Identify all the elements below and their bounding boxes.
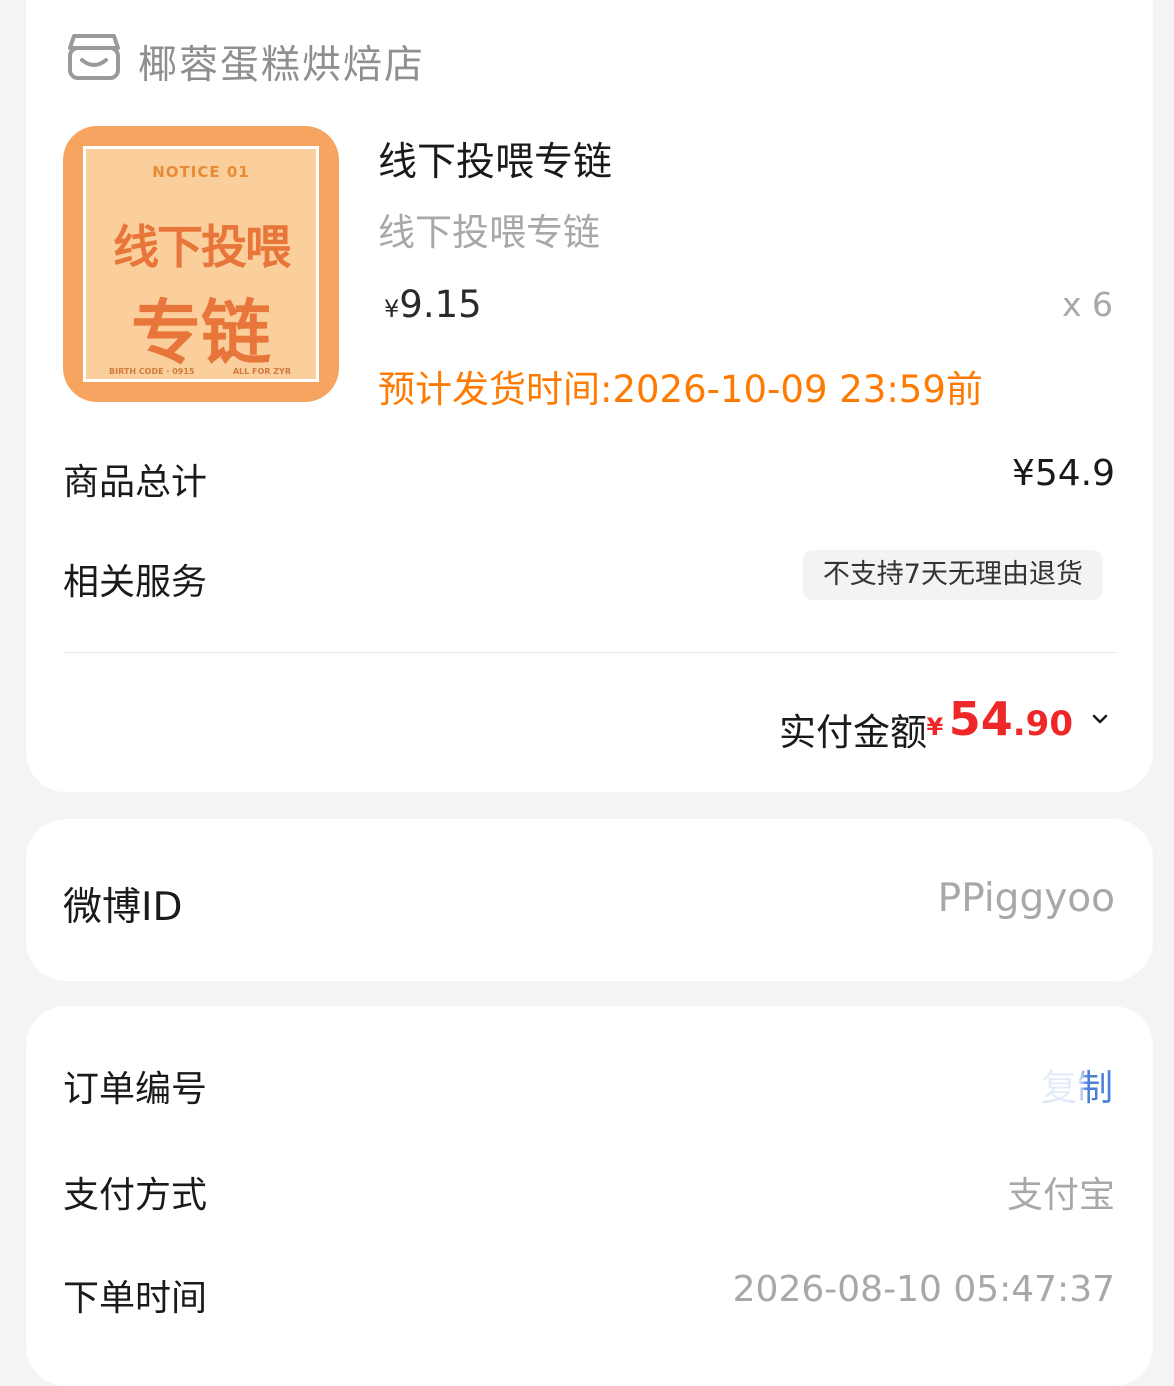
- product-image-frame: NOTICE 01 线下投喂 专链: [83, 146, 319, 382]
- price-currency: ¥: [384, 295, 400, 323]
- service-tag: 不支持7天无理由退货: [802, 550, 1103, 600]
- paid-integer: 54: [948, 692, 1013, 746]
- ship-estimate: 预计发货时间:2026-10-09 23:59前: [378, 368, 983, 411]
- paid-amount-label: 实付金额: [779, 711, 927, 754]
- order-time-value: 2026-08-10 05:47:37: [732, 1269, 1115, 1310]
- paid-decimal: .90: [1012, 704, 1073, 744]
- product-image[interactable]: NOTICE 01 线下投喂 专链 BIRTH CODE · 0915 ALL …: [63, 126, 339, 402]
- product-image-line1: 线下投喂: [113, 220, 291, 274]
- divider: [63, 652, 1116, 653]
- product-image-footer-right: ALL FOR ZYR: [232, 367, 291, 376]
- product-image-line2: 专链: [131, 292, 271, 374]
- goods-total-value: ¥54.9: [1011, 453, 1115, 494]
- order-number-label: 订单编号: [63, 1069, 208, 1110]
- product-spec: 线下投喂专链: [378, 211, 600, 254]
- paid-amount-value[interactable]: ¥ 54.90: [926, 692, 1073, 746]
- product-title[interactable]: 线下投喂专链: [378, 131, 612, 187]
- product-image-notice: NOTICE 01: [152, 163, 250, 181]
- chevron-down-icon[interactable]: [1091, 710, 1109, 728]
- price-value: 9.15: [399, 283, 482, 326]
- services-label: 相关服务: [63, 562, 208, 603]
- product-quantity: x 6: [1061, 285, 1113, 324]
- weibo-id-value: PPiggyoo: [937, 876, 1115, 921]
- pay-method-label: 支付方式: [63, 1175, 208, 1216]
- store-name[interactable]: 椰蓉蛋糕烘焙店: [138, 34, 425, 90]
- order-time-label: 下单时间: [63, 1278, 208, 1319]
- goods-total-label: 商品总计: [63, 462, 208, 503]
- weibo-id-label: 微博ID: [63, 885, 183, 930]
- order-item-card: 椰蓉蛋糕烘焙店 NOTICE 01 线下投喂 专链 BIRTH CODE · 0…: [26, 0, 1153, 792]
- pay-method-value: 支付宝: [1006, 1175, 1115, 1216]
- order-info-card: 订单编号 复制 支付方式 支付宝 下单时间 2026-08-10 05:47:3…: [26, 1006, 1153, 1386]
- weibo-card: 微博ID PPiggyoo: [26, 819, 1153, 981]
- product-image-footer-left: BIRTH CODE · 0915: [109, 367, 195, 376]
- shop-icon: [66, 30, 122, 82]
- copy-button-redaction: [1033, 1066, 1083, 1106]
- order-number-redacted: [546, 1066, 1026, 1106]
- product-unit-price: ¥9.15: [384, 283, 482, 326]
- paid-currency: ¥: [926, 713, 944, 741]
